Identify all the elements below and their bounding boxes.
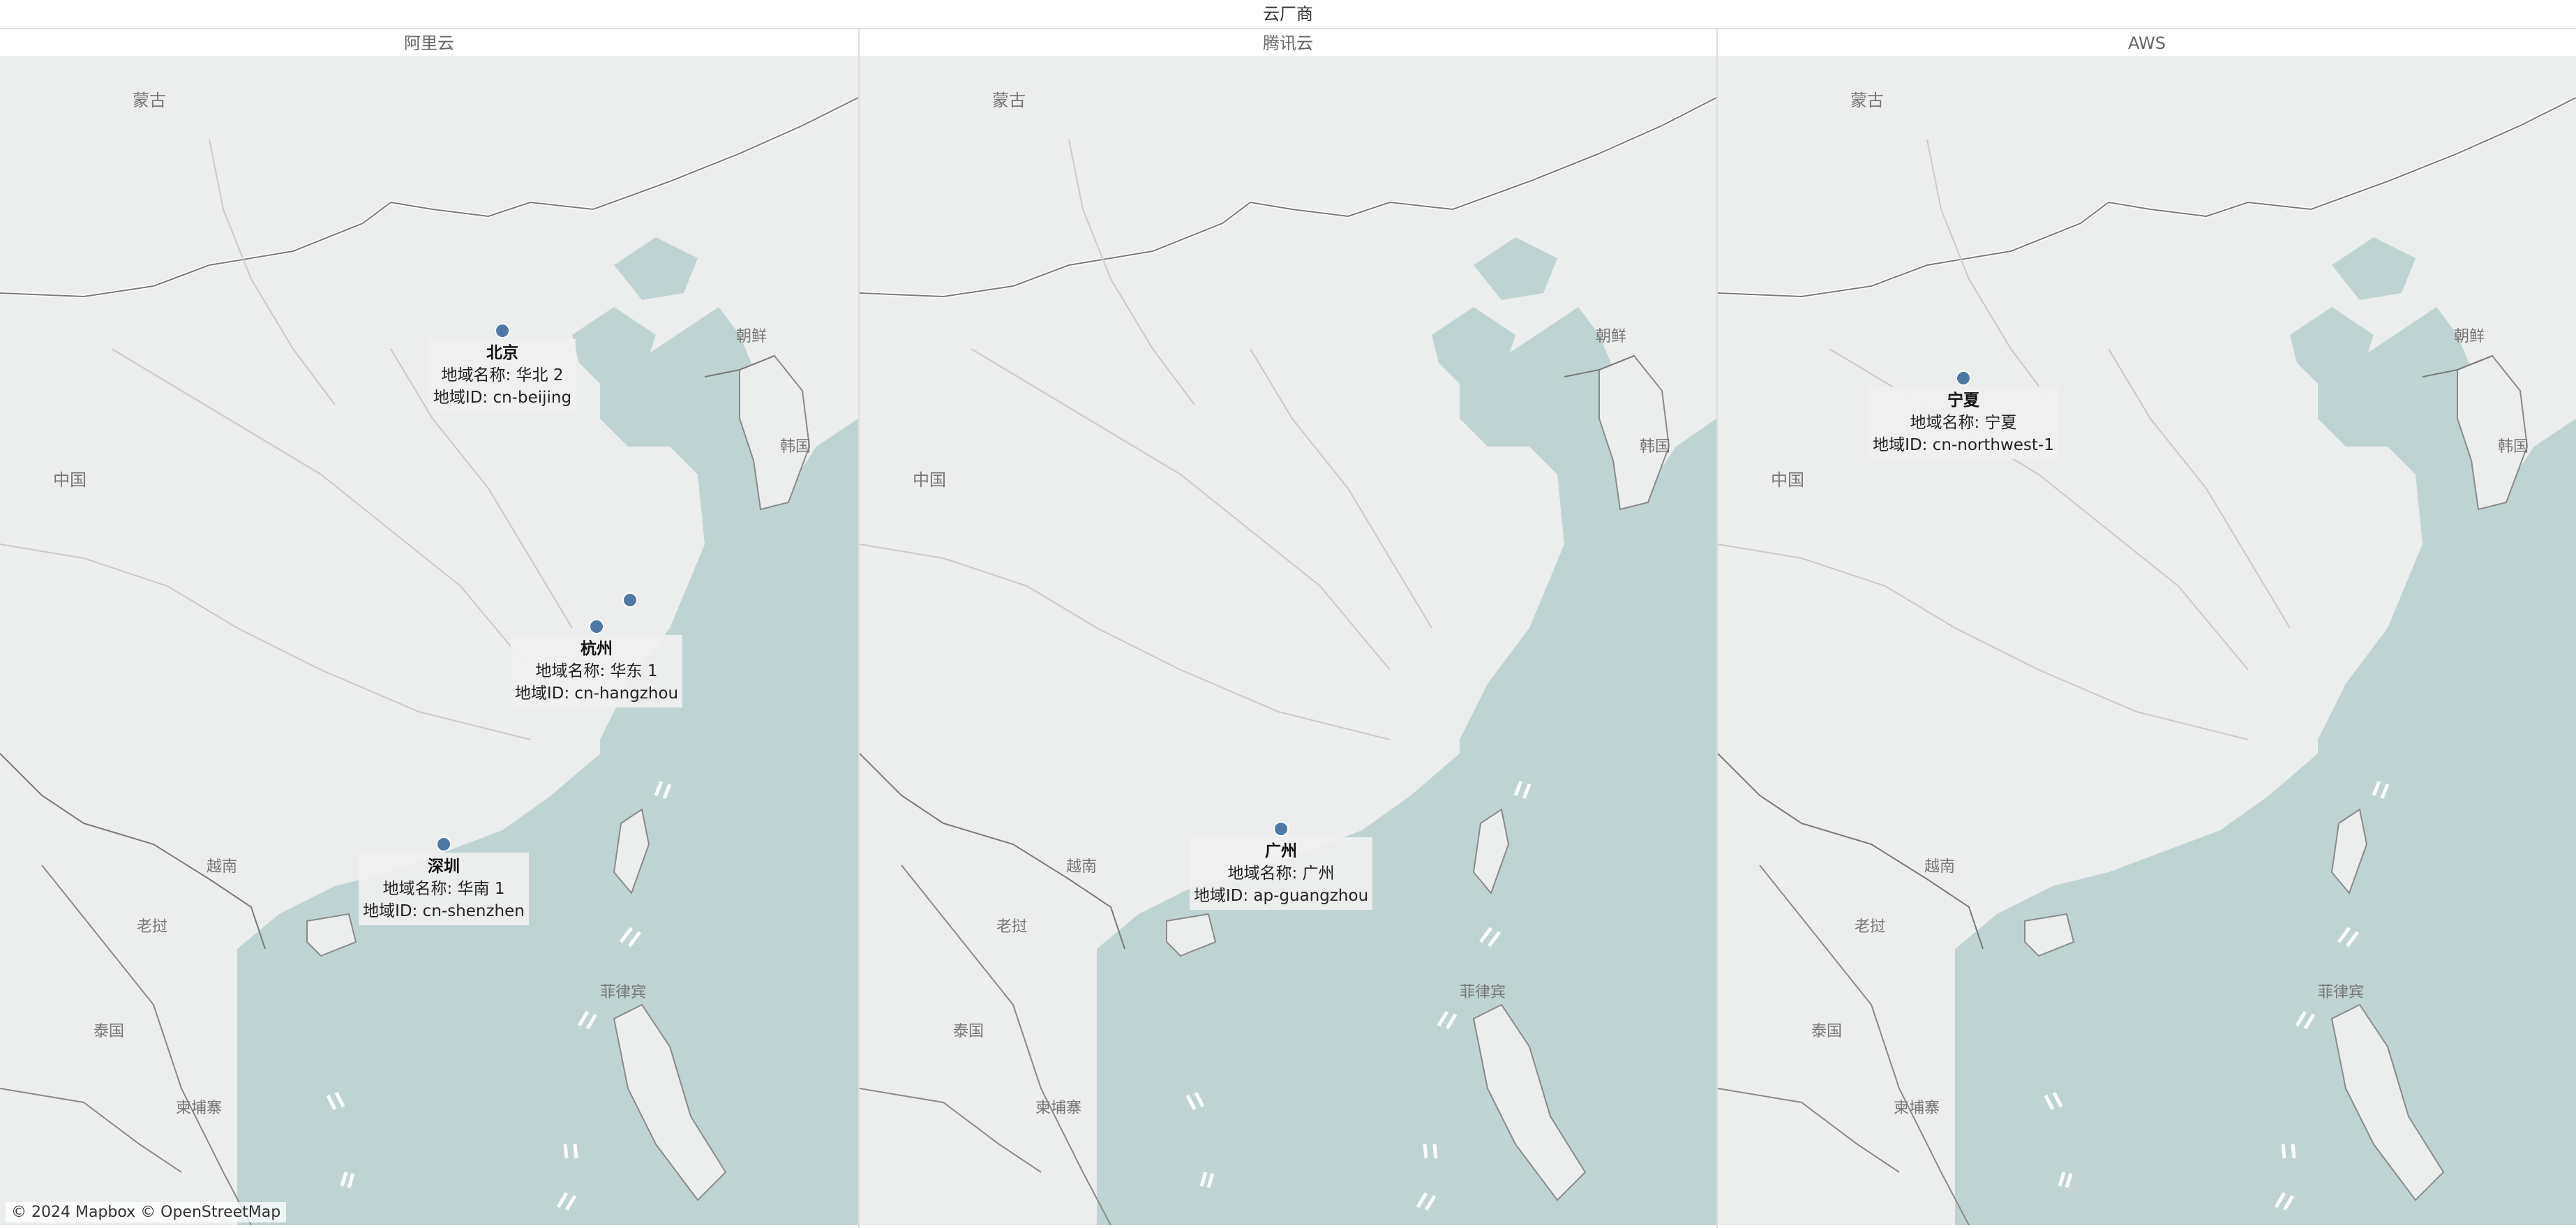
callout-region-name: 地域名称: 宁夏: [1910, 414, 2017, 432]
label-thailand: 泰国: [1811, 1023, 1843, 1040]
label-vietnam: 越南: [1066, 858, 1098, 876]
marker-hangzhou[interactable]: [589, 619, 604, 634]
label-south-korea: 韩国: [2498, 438, 2529, 456]
callout-city: 杭州: [580, 640, 613, 658]
map-panel-aliyun[interactable]: 蒙古 中国 朝鲜 韩国 越南 老挝 泰国 柬埔寨 菲律宾 北京 地域名称: 华北…: [0, 56, 858, 1225]
callout-guangzhou: 广州 地域名称: 广州 地域ID: ap-guangzhou: [1189, 837, 1373, 910]
label-philippines: 菲律宾: [2318, 984, 2365, 1001]
callout-shenzhen: 深圳 地域名称: 华南 1 地域ID: cn-shenzhen: [359, 853, 529, 925]
callout-city: 北京: [486, 344, 518, 362]
label-thailand: 泰国: [93, 1023, 125, 1040]
label-laos: 老挝: [1855, 918, 1886, 936]
panel-header-aws: AWS: [1718, 28, 2576, 56]
label-vietnam: 越南: [1924, 858, 1956, 876]
label-philippines: 菲律宾: [600, 984, 647, 1001]
label-south-korea: 韩国: [780, 438, 811, 456]
callout-region-id: 地域ID: cn-northwest-1: [1873, 436, 2054, 454]
label-thailand: 泰国: [953, 1023, 984, 1040]
callout-region-id: 地域ID: cn-hangzhou: [514, 684, 679, 703]
marker-shenzhen[interactable]: [436, 837, 451, 852]
panel-divider: [1716, 28, 1718, 1228]
label-vietnam: 越南: [207, 858, 238, 876]
callout-region-name: 地域名称: 华南 1: [382, 880, 505, 898]
marker-guangzhou[interactable]: [1273, 821, 1289, 837]
basemap: [0, 56, 858, 1225]
label-north-korea: 朝鲜: [1596, 328, 1627, 345]
panel-divider: [858, 28, 860, 1228]
label-china: 中国: [53, 470, 87, 490]
label-cambodia: 柬埔寨: [1894, 1100, 1940, 1117]
map-attribution[interactable]: © 2024 Mapbox © OpenStreetMap: [6, 1202, 287, 1222]
label-cambodia: 柬埔寨: [176, 1100, 223, 1117]
marker-ningxia[interactable]: [1956, 370, 1971, 386]
label-mongolia: 蒙古: [133, 91, 166, 110]
map-panel-tencent[interactable]: 蒙古 中国 朝鲜 韩国 越南 老挝 泰国 柬埔寨 菲律宾 广州 地域名称: 广州…: [860, 56, 1716, 1225]
marker-shanghai[interactable]: [622, 592, 638, 608]
label-mongolia: 蒙古: [992, 91, 1026, 110]
label-north-korea: 朝鲜: [736, 328, 767, 345]
callout-ningxia: 宁夏 地域名称: 宁夏 地域ID: cn-northwest-1: [1869, 387, 2058, 459]
label-laos: 老挝: [137, 918, 168, 936]
label-laos: 老挝: [996, 918, 1028, 936]
callout-region-name: 地域名称: 华东 1: [535, 662, 658, 680]
chart-title: 云厂商: [1263, 4, 1313, 24]
callout-beijing: 北京 地域名称: 华北 2 地域ID: cn-beijing: [428, 339, 576, 412]
callout-region-name: 地域名称: 华北 2: [441, 366, 564, 384]
basemap: [1718, 56, 2576, 1225]
callout-region-id: 地域ID: ap-guangzhou: [1193, 887, 1369, 905]
label-cambodia: 柬埔寨: [1035, 1100, 1082, 1117]
callout-city: 深圳: [428, 858, 460, 876]
label-north-korea: 朝鲜: [2454, 328, 2485, 345]
callout-hangzhou: 杭州 地域名称: 华东 1 地域ID: cn-hangzhou: [510, 635, 683, 707]
map-panel-aws[interactable]: 蒙古 中国 朝鲜 韩国 越南 老挝 泰国 柬埔寨 菲律宾 宁夏 地域名称: 宁夏…: [1718, 56, 2576, 1225]
label-south-korea: 韩国: [1640, 438, 1671, 456]
panel-header-tencent: 腾讯云: [860, 28, 1716, 56]
label-china: 中国: [1771, 470, 1804, 490]
callout-region-id: 地域ID: cn-beijing: [433, 389, 572, 407]
basemap: [860, 56, 1716, 1225]
callout-region-id: 地域ID: cn-shenzhen: [363, 902, 525, 920]
label-china: 中国: [913, 470, 946, 490]
label-philippines: 菲律宾: [1460, 984, 1506, 1001]
callout-region-name: 地域名称: 广州: [1227, 864, 1335, 883]
label-mongolia: 蒙古: [1850, 91, 1884, 110]
callout-city: 宁夏: [1947, 391, 1979, 410]
panel-header-aliyun: 阿里云: [0, 28, 858, 56]
marker-beijing[interactable]: [495, 323, 510, 338]
callout-city: 广州: [1264, 842, 1297, 860]
